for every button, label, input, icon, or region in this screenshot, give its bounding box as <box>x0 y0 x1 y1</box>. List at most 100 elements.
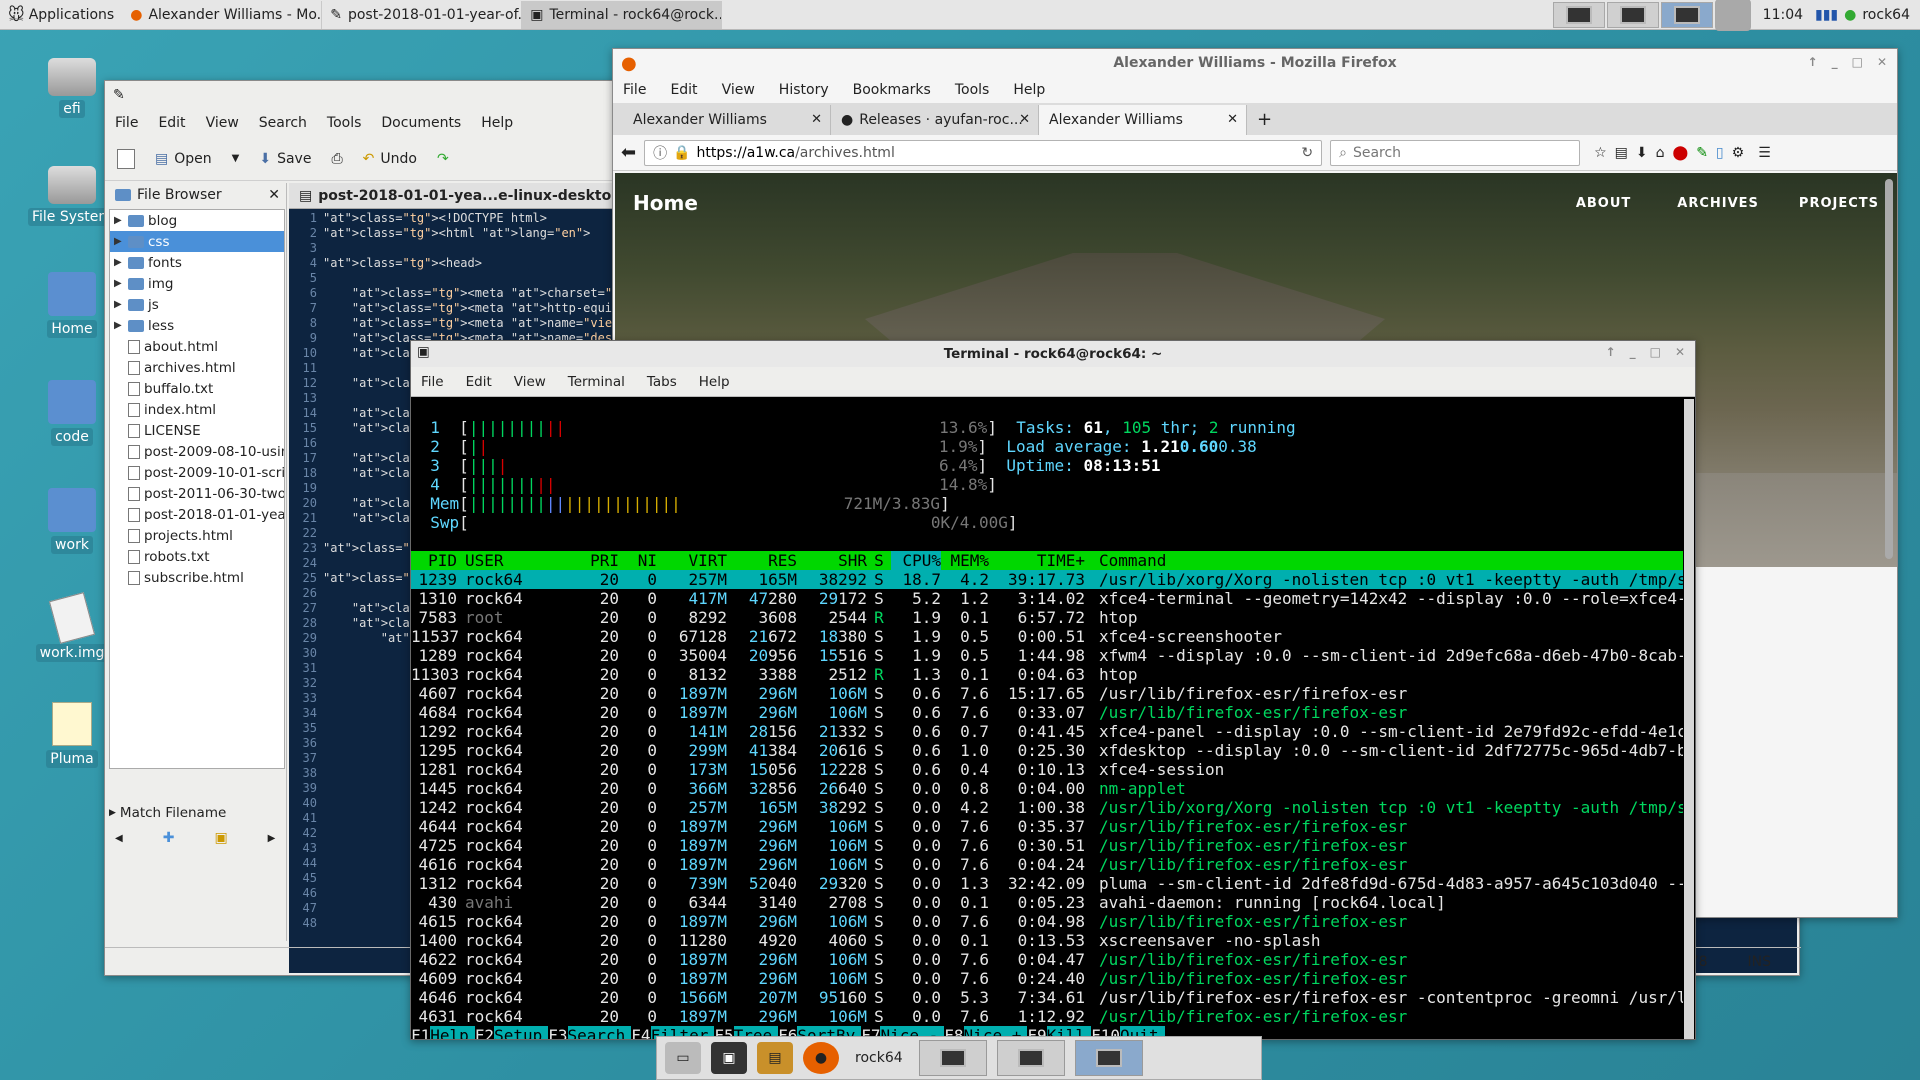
firefox-scrollbar[interactable] <box>1885 179 1893 559</box>
file-tree-item[interactable]: about.html <box>110 336 284 357</box>
process-row[interactable]: 1310 rock64 20 0 417M 47280 29172 S 5.2 1.2 3:14.0… <box>411 589 1683 608</box>
open-dropdown-icon[interactable]: ▼ <box>232 153 240 164</box>
column-header[interactable]: NI <box>619 551 657 570</box>
process-row[interactable]: 4684 rock64 20 0 1897M 296M 106M S 0.6 7.6 0:33.07… <box>411 703 1683 722</box>
undo-button[interactable]: ↶ Undo <box>363 151 417 167</box>
process-row[interactable]: 1281 rock64 20 0 173M 15056 12228 S 0.6 0.4 0:10.1… <box>411 760 1683 779</box>
expander-icon[interactable]: ▶ <box>114 257 124 268</box>
file-tree-item[interactable]: ▶ fonts <box>110 252 284 273</box>
site-home-link[interactable]: Home <box>633 191 698 215</box>
process-row[interactable]: 4631 rock64 20 0 1897M 296M 106M S 0.0 7.6 1:12.92… <box>411 1007 1683 1026</box>
process-row[interactable]: 11537 rock64 20 0 67128 21672 18380 S 1.9 0.5 0:00… <box>411 627 1683 646</box>
terminal-titlebar[interactable]: ▣ Terminal - rock64@rock64: ~ ↑ _ □ ✕ <box>411 341 1695 367</box>
workspace-2[interactable] <box>1606 1 1659 28</box>
column-header[interactable]: PRI <box>549 551 619 570</box>
bookmark-icon[interactable]: ▯ <box>1716 145 1724 161</box>
left-arrow-icon[interactable]: ◀ <box>115 833 123 844</box>
adblock-icon[interactable]: ⬤ <box>1673 145 1689 161</box>
expander-icon[interactable]: ▶ <box>114 215 124 226</box>
task-firefox[interactable]: ● Alexander Williams - Mo... <box>122 0 323 29</box>
show-desktop-icon[interactable]: ▭ <box>665 1042 701 1074</box>
workspace-1[interactable] <box>1552 1 1605 28</box>
reading-list-icon[interactable]: ▤ <box>1615 145 1628 161</box>
menu-file[interactable]: File <box>115 115 138 131</box>
process-row[interactable]: 4644 rock64 20 0 1897M 296M 106M S 0.0 7.6 0:35.37… <box>411 817 1683 836</box>
shade-icon[interactable]: ↑ <box>1808 55 1818 69</box>
minimize-icon[interactable]: _ <box>1630 345 1636 359</box>
fkey-label[interactable]: Search <box>567 1026 632 1039</box>
dock-window-3[interactable] <box>1074 1040 1143 1076</box>
file-tree-item[interactable]: post-2009-08-10-usin <box>110 441 284 462</box>
file-tree-item[interactable]: post-2009-10-01-scrip <box>110 462 284 483</box>
search-box[interactable]: ⌕ Search <box>1330 139 1581 166</box>
match-filename-expander[interactable]: ▶ Match Filename <box>109 803 285 823</box>
file-tree-item[interactable]: post-2011-06-30-two- <box>110 483 284 504</box>
htop-screen[interactable]: 1 [|||||||| || 13.6%] Tasks: 61, 105 thr; … <box>411 399 1683 1039</box>
url-bar[interactable]: ⓘ 🔒 https://a1w.ca/archives.html ↻ <box>644 139 1323 166</box>
tab-3[interactable]: Alexander Williams ✕ <box>1039 105 1247 135</box>
process-row[interactable]: 4609 rock64 20 0 1897M 296M 106M S 0.0 7.6 0:24.40… <box>411 969 1683 988</box>
menu-view[interactable]: View <box>206 115 239 131</box>
menu-file[interactable]: File <box>421 374 444 390</box>
download-icon[interactable]: ⬇ <box>1636 145 1648 161</box>
process-row[interactable]: 7583 root 20 0 8292 3608 2544 R 1.9 0.1 6:57.72 hto… <box>411 608 1683 627</box>
documents-tab-icon[interactable]: ▣ <box>214 830 227 846</box>
column-header[interactable]: MEM% <box>941 551 989 570</box>
hamburger-menu-icon[interactable]: ☰ <box>1758 145 1771 161</box>
signal-icon[interactable]: ▮▮▮ <box>1815 7 1838 23</box>
column-header[interactable]: USER <box>461 551 549 570</box>
file-manager-icon[interactable]: ▤ <box>757 1042 793 1074</box>
process-row[interactable]: 4607 rock64 20 0 1897M 296M 106M S 0.6 7.6 15:17.6… <box>411 684 1683 703</box>
shade-icon[interactable]: ↑ <box>1606 345 1616 359</box>
user-label[interactable]: rock64 <box>1862 7 1910 23</box>
menu-tools[interactable]: Tools <box>327 115 362 131</box>
process-row[interactable]: 11303 rock64 20 0 8132 3388 2512 R 1.3 0.1 0:04.63… <box>411 665 1683 684</box>
terminal-scrollbar[interactable] <box>1684 399 1694 1039</box>
open-button[interactable]: ▤ Open <box>155 151 212 167</box>
dock-window-1[interactable] <box>918 1040 987 1076</box>
redo-icon[interactable]: ↷ <box>437 151 449 167</box>
file-tree-item[interactable]: ▶ less <box>110 315 284 336</box>
menu-history[interactable]: History <box>779 82 829 98</box>
menu-documents[interactable]: Documents <box>381 115 461 131</box>
file-tree-item[interactable]: projects.html <box>110 525 284 546</box>
process-row[interactable]: 4616 rock64 20 0 1897M 296M 106M S 0.0 7.6 0:04.24… <box>411 855 1683 874</box>
menu-help[interactable]: Help <box>1013 82 1045 98</box>
file-tree-item[interactable]: archives.html <box>110 357 284 378</box>
expander-icon[interactable]: ▶ <box>114 299 124 310</box>
applications-menu[interactable]: 🐭 Applications <box>0 0 122 30</box>
addon-icon[interactable]: ✎ <box>1696 145 1708 161</box>
terminal-launcher-icon[interactable]: ▣ <box>711 1042 747 1074</box>
new-tab-icon[interactable]: + <box>1257 109 1272 130</box>
file-tree-item[interactable]: post-2018-01-01-year <box>110 504 284 525</box>
process-row[interactable]: 1400 rock64 20 0 11280 4920 4060 S 0.0 0.1 0:13.53… <box>411 931 1683 950</box>
menu-help[interactable]: Help <box>481 115 513 131</box>
firefox-titlebar[interactable]: ● Alexander Williams - Mozilla Firefox ↑… <box>613 49 1897 77</box>
menu-bookmarks[interactable]: Bookmarks <box>853 82 931 98</box>
maximize-icon[interactable]: □ <box>1650 345 1661 359</box>
task-terminal[interactable]: ▣ Terminal - rock64@rock... <box>522 0 723 29</box>
column-header[interactable]: S <box>867 551 891 570</box>
close-icon[interactable]: ✕ <box>1675 345 1685 359</box>
menu-file[interactable]: File <box>623 82 646 98</box>
nav-archives[interactable]: ARCHIVES <box>1677 196 1759 211</box>
column-header[interactable]: CPU% <box>891 551 941 570</box>
tab-1[interactable]: Alexander Williams ✕ <box>623 105 831 135</box>
fkey-label[interactable]: Setup <box>494 1026 549 1039</box>
menu-edit[interactable]: Edit <box>670 82 697 98</box>
menu-view[interactable]: View <box>514 374 546 390</box>
menu-tabs[interactable]: Tabs <box>647 374 677 390</box>
clock[interactable]: 11:04 <box>1763 7 1803 23</box>
file-tree-item[interactable]: ▶ img <box>110 273 284 294</box>
save-button[interactable]: ⬇ Save <box>259 151 311 167</box>
nav-about[interactable]: ABOUT <box>1576 196 1631 211</box>
back-icon[interactable]: ⬅ <box>621 142 636 163</box>
menu-view[interactable]: View <box>722 82 755 98</box>
column-header[interactable]: SHR <box>797 551 867 570</box>
close-icon[interactable]: ✕ <box>1877 55 1887 69</box>
minimize-icon[interactable]: _ <box>1832 55 1838 69</box>
nav-projects[interactable]: PROJECTS <box>1799 196 1879 211</box>
column-header[interactable]: VIRT <box>657 551 727 570</box>
file-tree-item[interactable]: ▶ css <box>110 231 284 252</box>
column-header[interactable]: TIME+ <box>989 551 1085 570</box>
